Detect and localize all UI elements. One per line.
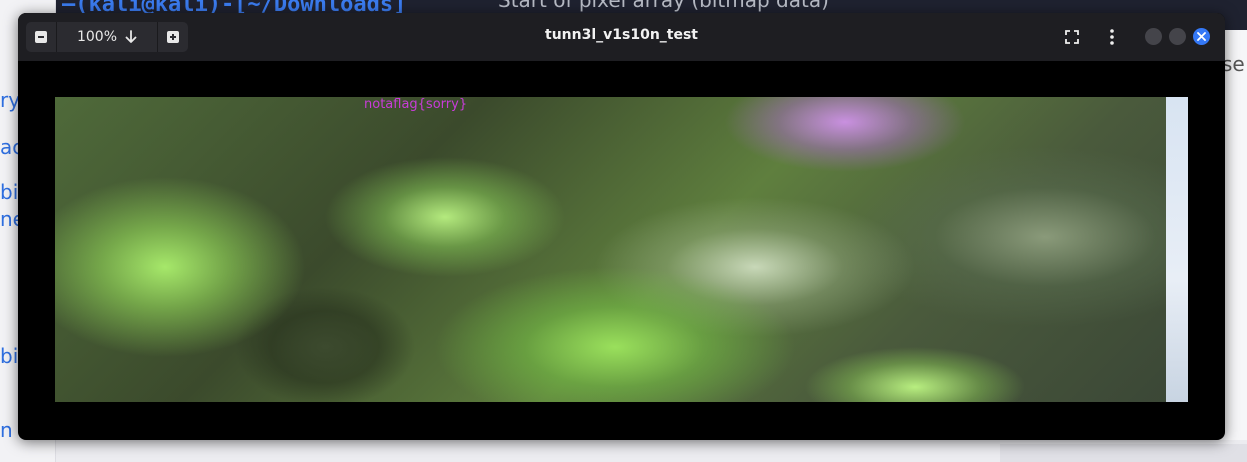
maximize-button[interactable] <box>1169 28 1186 45</box>
image-viewer-window: 100% tunn3l_v1s10n_test notaflag{sorry} <box>18 13 1225 440</box>
close-button[interactable] <box>1193 28 1210 45</box>
background-fragment: se <box>1222 52 1245 76</box>
minimize-button[interactable] <box>1145 28 1162 45</box>
displayed-image: notaflag{sorry} <box>55 97 1188 402</box>
fullscreen-icon <box>1065 30 1079 44</box>
sidebar-fragment: bi <box>0 180 19 204</box>
image-right-edge <box>1166 97 1188 402</box>
sidebar-fragment: n <box>0 418 13 442</box>
fullscreen-button[interactable] <box>1062 27 1082 47</box>
close-icon <box>1197 32 1206 41</box>
window-title: tunn3l_v1s10n_test <box>545 27 698 43</box>
kebab-menu-icon <box>1110 29 1114 45</box>
title-bar: 100% tunn3l_v1s10n_test <box>18 13 1225 61</box>
image-overlay-text: notaflag{sorry} <box>364 97 468 112</box>
menu-button[interactable] <box>1102 27 1122 47</box>
background-heading: Start of pixel array (bitmap data) <box>498 0 829 12</box>
background-bottom-panel <box>1000 444 1247 462</box>
